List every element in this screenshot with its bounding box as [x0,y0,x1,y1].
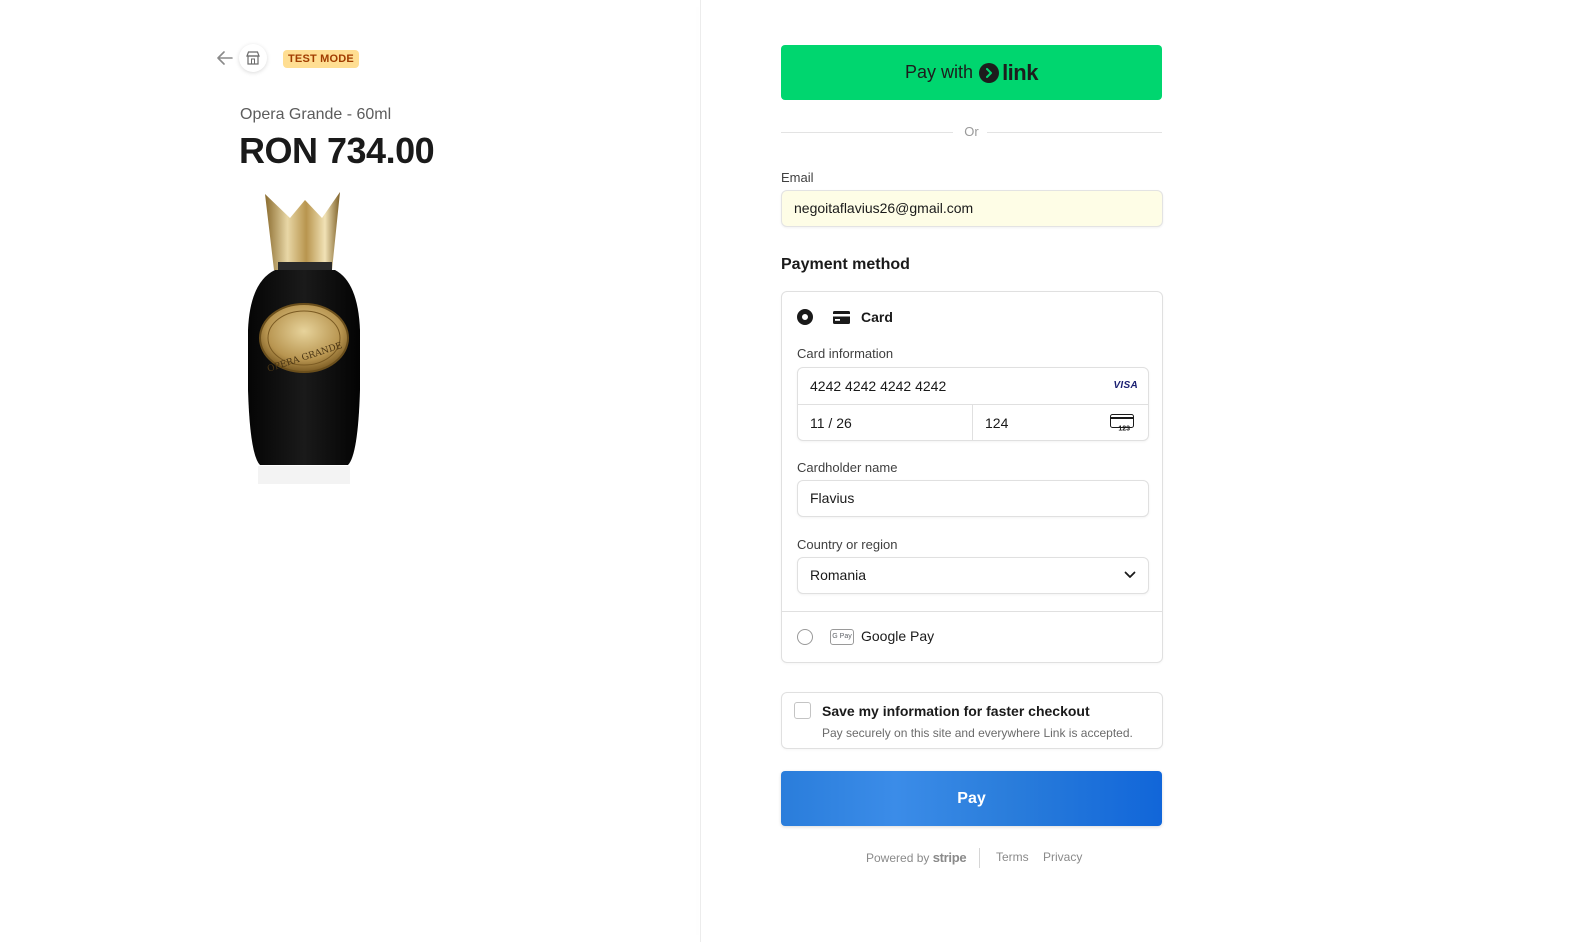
stripe-logo: stripe [932,850,967,865]
card-number-input[interactable]: 4242 4242 4242 4242 [798,368,1148,405]
store-icon[interactable] [239,44,267,72]
google-pay-label: Google Pay [861,628,935,644]
card-option-label: Card [861,309,893,325]
pay-with-label: Pay with [905,62,974,82]
gpay-separator [782,611,1162,612]
save-info-checkbox[interactable] [794,702,811,719]
country-label: Country or region [797,537,898,552]
test-mode-badge: TEST MODE [283,50,359,68]
or-separator: Or [781,124,1162,140]
or-line-right [987,132,1162,133]
google-pay-icon: G Pay [830,629,854,645]
country-value: Romania [810,567,867,583]
footer-separator [979,848,980,868]
powered-by-text: Powered by [866,851,930,865]
country-select[interactable]: Romania [797,557,1149,594]
card-icon [833,311,850,324]
product-name: Opera Grande - 60ml [240,106,392,123]
link-arrow-icon [979,62,1000,83]
product-image: OPERA GRANDE [248,192,360,484]
product-price: RON 734.00 [239,130,435,171]
card-cvc-value: 124 [985,415,1009,431]
powered-by-stripe[interactable]: Powered by stripe [866,850,967,865]
card-information-group: 4242 4242 4242 4242 VISA 11 / 26 124 123 [797,367,1149,441]
card-information-label: Card information [797,346,894,361]
visa-icon: VISA [1113,380,1138,391]
cvc-icon-text: 123 [1118,426,1130,432]
payment-method-title: Payment method [781,256,910,273]
pay-button[interactable]: Pay [781,771,1162,826]
privacy-link[interactable]: Privacy [1043,850,1082,864]
back-arrow-icon[interactable] [216,49,234,67]
save-info-title: Save my information for faster checkout [822,703,1090,719]
card-radio[interactable] [797,309,813,325]
link-brand-text: link [1002,59,1038,85]
email-label: Email [781,170,814,185]
save-info-subtitle: Pay securely on this site and everywhere… [822,726,1133,740]
cardholder-name-label: Cardholder name [797,460,898,475]
link-logo: link [979,60,1038,86]
google-pay-radio[interactable] [797,629,813,645]
save-info-box: Save my information for faster checkout … [781,692,1163,749]
email-field[interactable]: negoitaflavius26@gmail.com [781,190,1163,227]
card-cvc-input[interactable]: 124 123 [973,405,1148,441]
cardholder-name-input[interactable]: Flavius [797,480,1149,517]
card-expiry-input[interactable]: 11 / 26 [798,405,973,441]
terms-link[interactable]: Terms [996,850,1029,864]
cvc-card-icon: 123 [1110,414,1134,431]
chevron-down-icon [1124,571,1136,578]
pay-with-link-button[interactable]: Pay with link [781,45,1162,100]
